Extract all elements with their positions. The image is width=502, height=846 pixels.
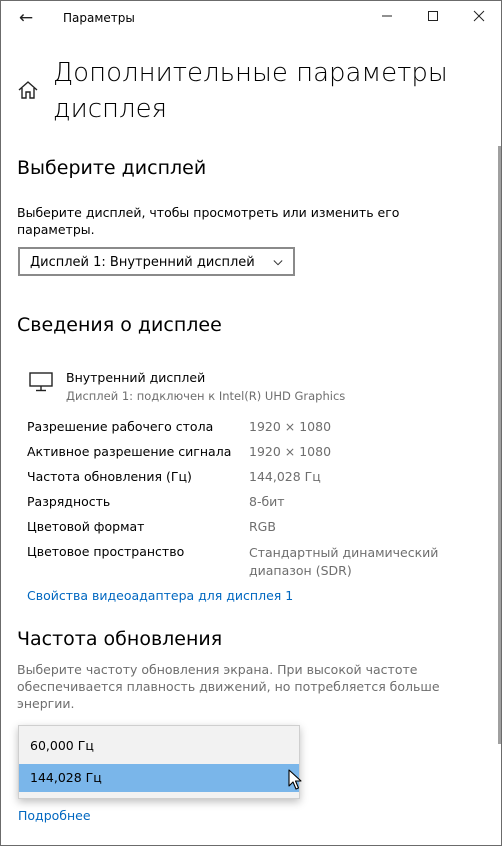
info-row-value: 8-бит <box>249 494 285 509</box>
mouse-cursor-icon <box>288 769 302 790</box>
info-row-value: RGB <box>249 519 276 534</box>
select-display-description-line2: параметры. <box>17 222 95 237</box>
info-row-label: Цветовое пространство <box>27 544 185 559</box>
adapter-properties-link[interactable]: Свойства видеоадаптера для дисплея 1 <box>27 588 293 603</box>
select-display-description-line1: Выберите дисплей, чтобы просмотреть или … <box>17 205 400 220</box>
refresh-rate-description-line3: энергии. <box>17 696 75 711</box>
refresh-rate-description-line1: Выберите частоту обновления экрана. При … <box>17 662 418 677</box>
select-display-heading: Выберите дисплей <box>17 157 207 179</box>
scrollbar-thumb[interactable] <box>498 146 501 744</box>
window-title: Параметры <box>63 11 135 25</box>
home-icon[interactable] <box>17 79 39 101</box>
display-name: Внутренний дисплей <box>66 370 206 385</box>
refresh-rate-description-line2: обеспечивается плавность движений, но по… <box>17 679 440 694</box>
close-icon <box>473 10 485 22</box>
page-title-line2: дисплея <box>53 94 168 124</box>
info-row-label: Цветовой формат <box>27 519 145 534</box>
settings-window: ← Параметры Дополнительные параметры дис… <box>0 0 502 846</box>
minimize-button[interactable] <box>364 1 410 35</box>
chevron-down-icon <box>273 260 283 266</box>
info-row-label: Разрешение рабочего стола <box>27 419 214 434</box>
info-row-label: Разрядность <box>27 494 111 509</box>
refresh-rate-description: Выберите частоту обновления экрана. При … <box>17 661 440 712</box>
refresh-rate-heading: Частота обновления <box>17 628 223 650</box>
monitor-icon <box>29 372 53 392</box>
display-subtitle: Дисплей 1: подключен к Intel(R) UHD Grap… <box>66 389 346 403</box>
minimize-icon <box>382 15 392 17</box>
info-row-value-line2: диапазон (SDR) <box>249 563 352 578</box>
display-info-heading: Сведения о дисплее <box>17 314 222 336</box>
maximize-icon <box>428 11 438 21</box>
maximize-button[interactable] <box>410 1 456 35</box>
info-row-value: Стандартный динамический диапазон (SDR) <box>249 544 459 580</box>
info-row-label: Частота обновления (Гц) <box>27 469 192 484</box>
display-select-value: Дисплей 1: Внутренний дисплей <box>30 255 255 270</box>
info-row-value: 1920 × 1080 <box>249 444 332 459</box>
info-row-value-line1: Стандартный динамический <box>249 545 439 560</box>
page-title: Дополнительные параметры дисплея <box>53 55 473 127</box>
close-button[interactable] <box>456 1 501 35</box>
refresh-rate-option[interactable]: 60,000 Гц <box>19 732 299 760</box>
learn-more-link[interactable]: Подробнее <box>18 808 91 823</box>
display-select-dropdown[interactable]: Дисплей 1: Внутренний дисплей <box>18 247 295 276</box>
select-display-description: Выберите дисплей, чтобы просмотреть или … <box>17 204 399 238</box>
info-row-value: 1920 × 1080 <box>249 419 332 434</box>
info-row-label: Активное разрешение сигнала <box>27 444 232 459</box>
refresh-rate-dropdown-list: 60,000 Гц 144,028 Гц <box>18 725 300 799</box>
page-title-line1: Дополнительные параметры <box>53 58 448 88</box>
info-row-value: 144,028 Гц <box>249 469 321 484</box>
back-arrow-icon[interactable]: ← <box>13 8 39 28</box>
refresh-rate-option-selected[interactable]: 144,028 Гц <box>19 764 299 792</box>
titlebar: ← Параметры <box>1 1 501 35</box>
